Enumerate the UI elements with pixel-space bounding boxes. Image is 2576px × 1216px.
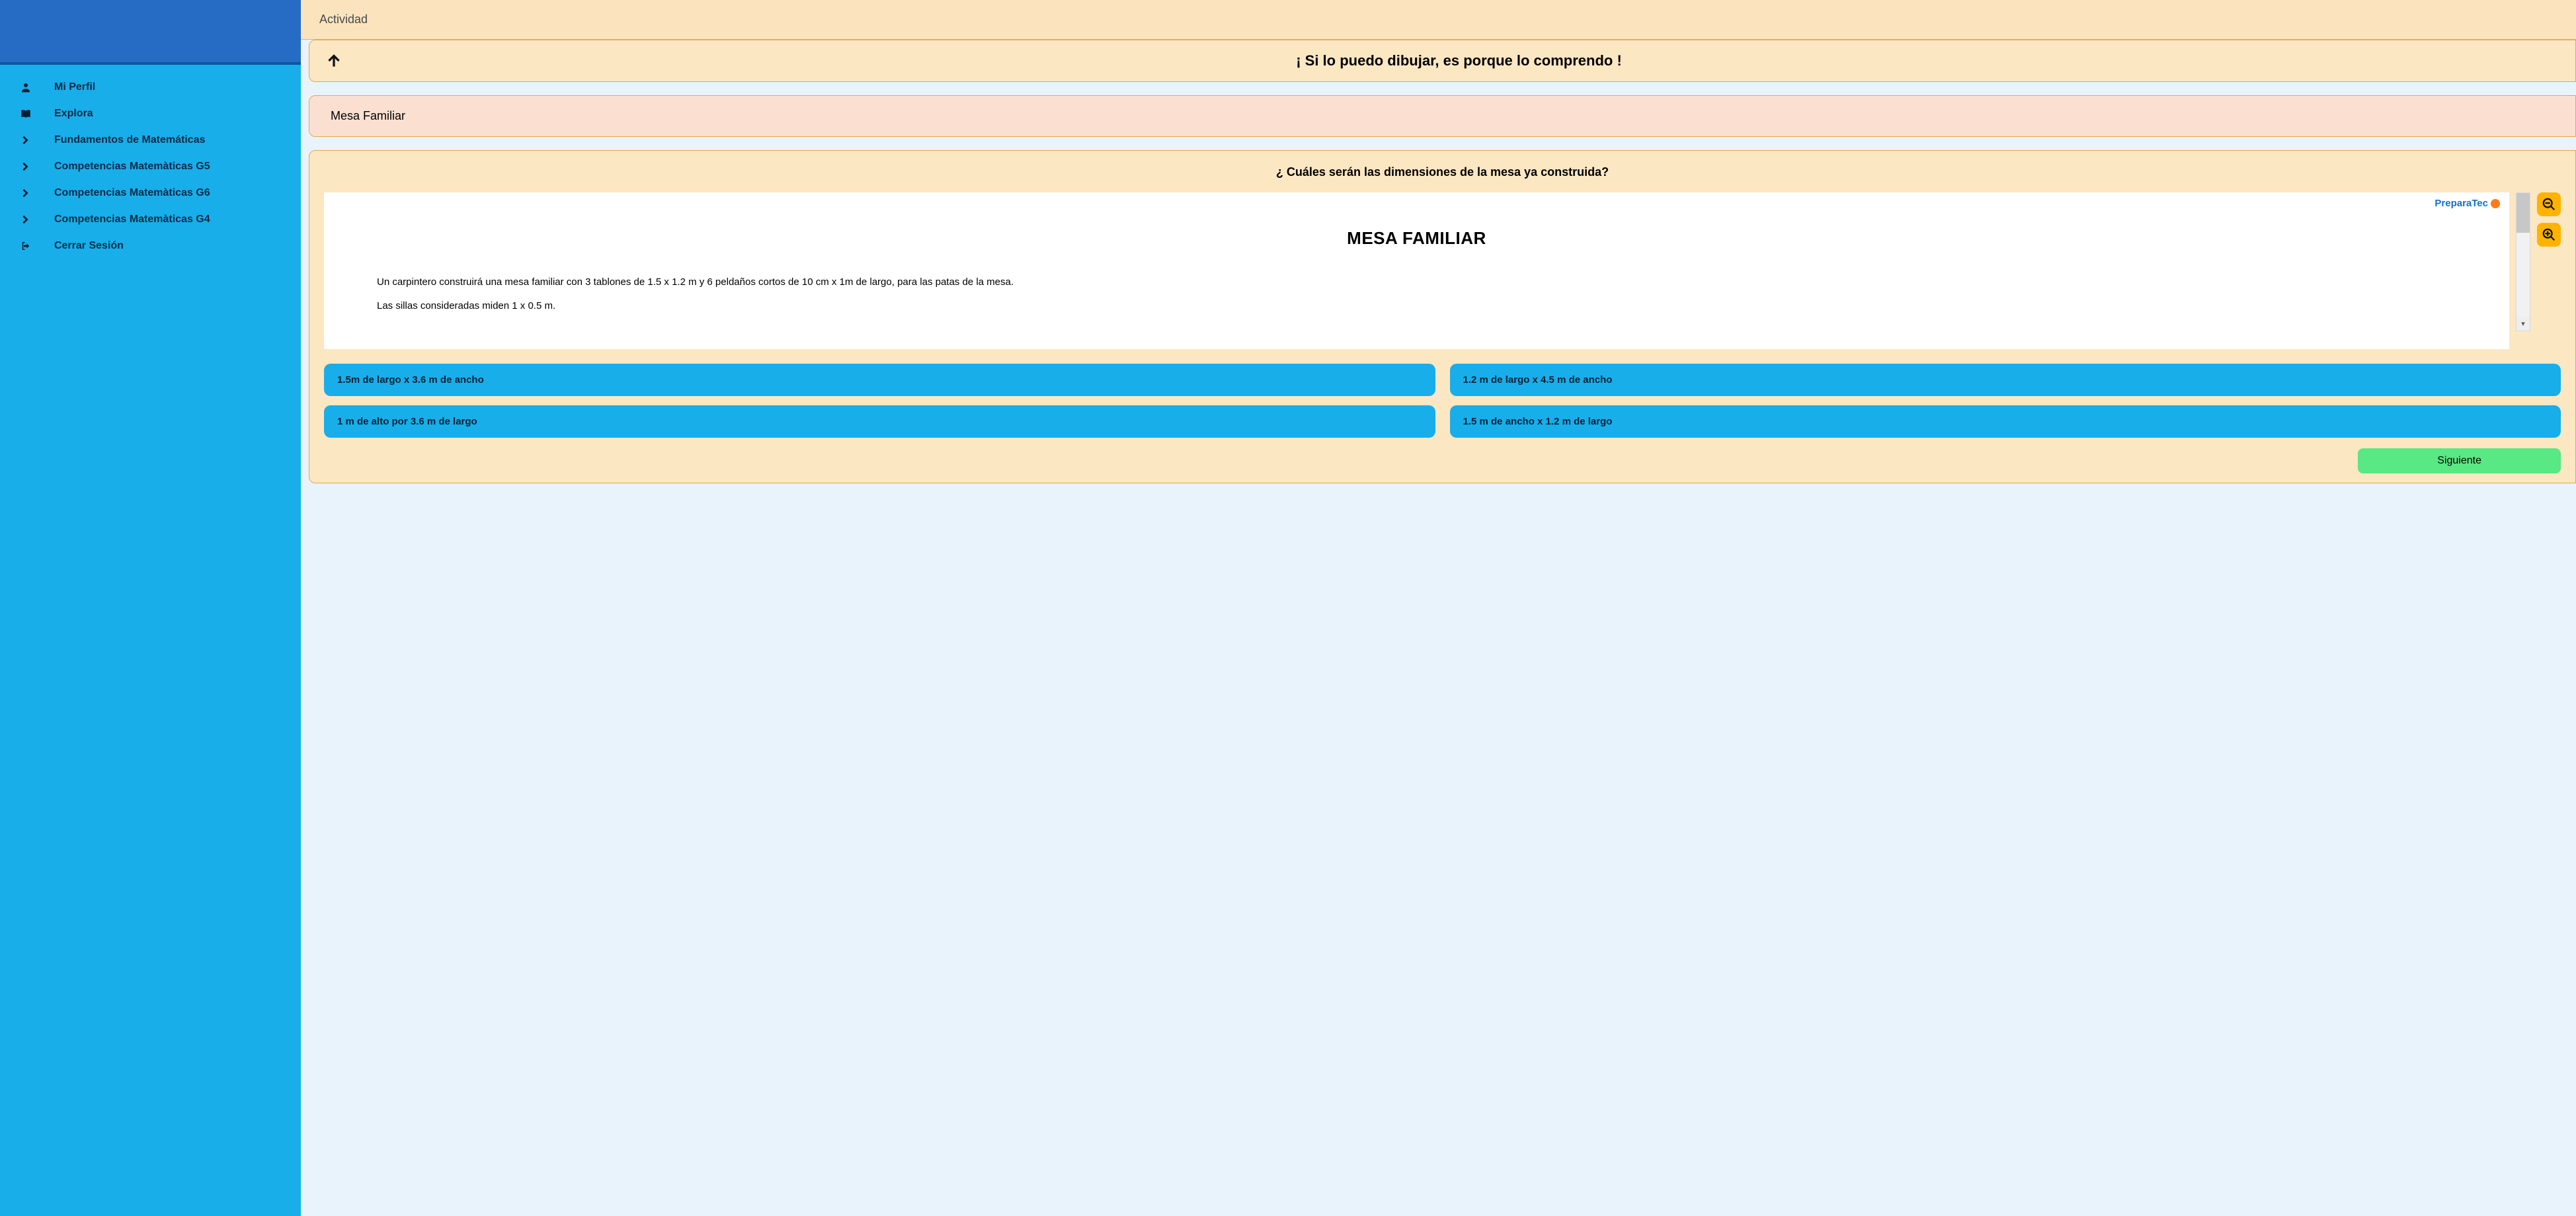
sidebar-item-explore[interactable]: Explora — [0, 101, 301, 127]
next-button[interactable]: Siguiente — [2358, 448, 2561, 473]
logout-icon — [20, 240, 34, 252]
document-viewer-row: PreparaTec MESA FAMILIAR Un carpintero c… — [324, 192, 2561, 349]
activity-title: ¡ Si lo puedo dibujar, es porque lo comp… — [358, 52, 2559, 69]
sidebar-item-competencias-g4[interactable]: Competencias Matemàticas G4 — [0, 206, 301, 233]
zoom-in-button[interactable] — [2537, 223, 2561, 247]
document-scrollbar[interactable]: ▾ — [2516, 192, 2530, 331]
answer-option-4[interactable]: 1.5 m de ancho x 1.2 m de largo — [1450, 405, 2561, 438]
sidebar-item-fundamentos[interactable]: Fundamentos de Matemáticas — [0, 127, 301, 153]
topbar: Actividad — [301, 0, 2576, 40]
subject-title: Mesa Familiar — [331, 109, 405, 122]
book-icon — [20, 108, 34, 120]
answer-option-3[interactable]: 1 m de alto por 3.6 m de largo — [324, 405, 1435, 438]
document-paragraph-2: Las sillas consideradas miden 1 x 0.5 m. — [377, 299, 2456, 313]
activity-header-card: ¡ Si lo puedo dibujar, es porque lo comp… — [309, 40, 2576, 82]
sidebar: Mi Perfil Explora Fundamentos de Matemát… — [0, 0, 301, 1216]
content: ¡ Si lo puedo dibujar, es porque lo comp… — [301, 40, 2576, 494]
sidebar-item-label: Mi Perfil — [54, 81, 95, 93]
document-heading: MESA FAMILIAR — [377, 228, 2456, 249]
answer-option-2[interactable]: 1.2 m de largo x 4.5 m de ancho — [1450, 364, 2561, 396]
sidebar-item-label: Cerrar Sesión — [54, 240, 124, 252]
sidebar-item-competencias-g6[interactable]: Competencias Matemàticas G6 — [0, 180, 301, 206]
question-card: ¿ Cuáles serán las dimensiones de la mes… — [309, 150, 2576, 483]
sidebar-item-label: Fundamentos de Matemáticas — [54, 134, 206, 146]
brand-dot-icon — [2491, 199, 2500, 208]
answer-option-1[interactable]: 1.5m de largo x 3.6 m de ancho — [324, 364, 1435, 396]
question-text: ¿ Cuáles serán las dimensiones de la mes… — [324, 165, 2561, 179]
chevron-right-icon — [20, 135, 34, 145]
sidebar-header — [0, 0, 301, 65]
sidebar-item-label: Competencias Matemàticas G5 — [54, 161, 210, 173]
subject-card: Mesa Familiar — [309, 95, 2576, 137]
zoom-out-icon — [2542, 197, 2556, 212]
brand-label: PreparaTec — [2435, 198, 2500, 209]
chevron-right-icon — [20, 214, 34, 225]
chevron-right-icon — [20, 188, 34, 198]
zoom-controls — [2537, 192, 2561, 247]
sidebar-item-competencias-g5[interactable]: Competencias Matemàticas G5 — [0, 153, 301, 180]
sidebar-nav: Mi Perfil Explora Fundamentos de Matemát… — [0, 65, 301, 268]
zoom-out-button[interactable] — [2537, 192, 2561, 216]
scrollbar-thumb[interactable] — [2516, 193, 2530, 233]
topbar-title: Actividad — [319, 13, 368, 26]
back-button[interactable] — [325, 52, 342, 69]
user-icon — [20, 81, 34, 93]
sidebar-item-profile[interactable]: Mi Perfil — [0, 74, 301, 101]
document-viewer: PreparaTec MESA FAMILIAR Un carpintero c… — [324, 192, 2509, 349]
next-row: Siguiente — [324, 448, 2561, 473]
brand-text: PreparaTec — [2435, 198, 2488, 209]
sidebar-item-label: Competencias Matemàticas G6 — [54, 187, 210, 199]
answer-grid: 1.5m de largo x 3.6 m de ancho 1.2 m de … — [324, 364, 2561, 438]
sidebar-item-logout[interactable]: Cerrar Sesión — [0, 233, 301, 259]
chevron-right-icon — [20, 161, 34, 172]
main: Actividad ¡ Si lo puedo dibujar, es porq… — [301, 0, 2576, 1216]
scrollbar-down-icon[interactable]: ▾ — [2516, 317, 2530, 331]
sidebar-item-label: Explora — [54, 108, 93, 120]
zoom-in-icon — [2542, 227, 2556, 242]
arrow-up-icon — [325, 52, 342, 69]
sidebar-item-label: Competencias Matemàticas G4 — [54, 214, 210, 225]
document-paragraph-1: Un carpintero construirá una mesa famili… — [377, 275, 2456, 290]
